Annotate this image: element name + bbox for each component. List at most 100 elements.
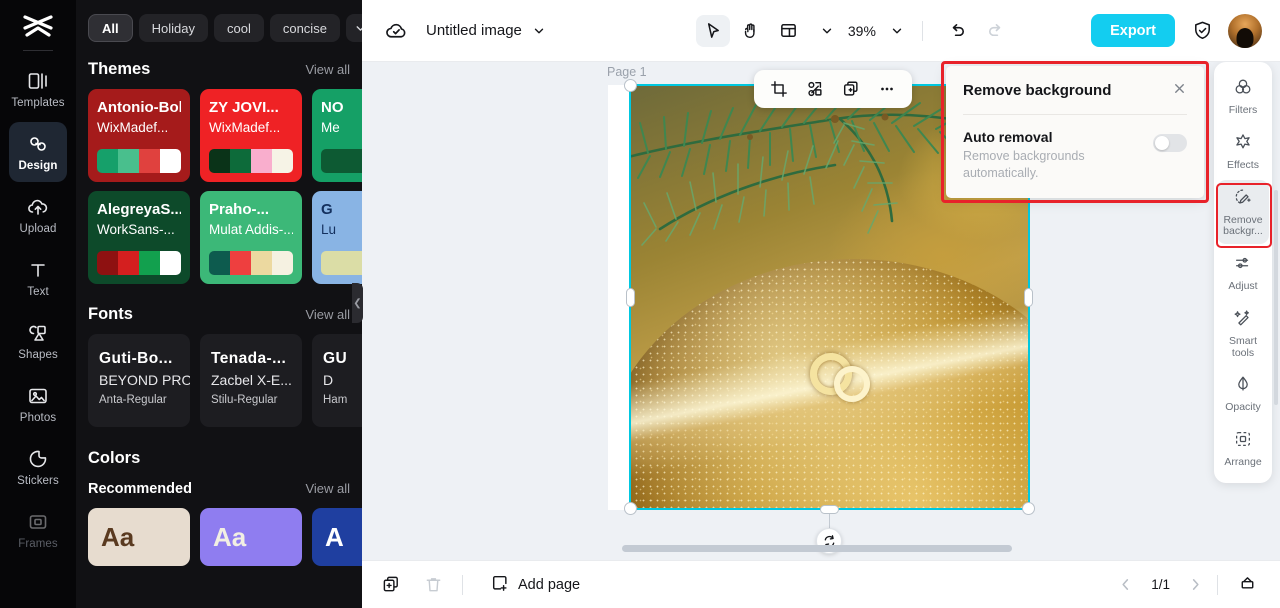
sidebar-item-upload[interactable]: Upload [9, 185, 67, 245]
font-card-line: Anta-Regular [99, 394, 167, 406]
fonts-view-all[interactable]: View all [305, 307, 350, 322]
zoom-level[interactable]: 39% [848, 23, 876, 39]
layout-grid-icon[interactable] [772, 15, 806, 47]
color-card-label: Aa [213, 521, 247, 552]
colors-row: Aa Aa A [76, 497, 362, 566]
colors-view-all[interactable]: View all [305, 481, 350, 496]
tool-adjust[interactable]: Adjust [1217, 246, 1269, 299]
undo-arrow-icon[interactable] [941, 15, 975, 47]
tool-arrange[interactable]: Arrange [1217, 422, 1269, 475]
text-icon [26, 258, 50, 282]
duplicate-icon[interactable] [836, 74, 866, 104]
chevron-down-icon[interactable] [890, 24, 904, 38]
resize-handle-top-left[interactable] [624, 79, 637, 92]
bottom-divider-2 [1217, 574, 1218, 595]
chip-concise[interactable]: concise [269, 14, 340, 42]
cursor-select-icon[interactable] [695, 14, 730, 47]
theme-swatches [321, 251, 362, 275]
next-page-button[interactable] [1188, 577, 1203, 592]
close-icon[interactable] [1172, 81, 1187, 100]
resize-handle-bottom-right[interactable] [1022, 502, 1035, 515]
arrange-icon [1233, 429, 1253, 454]
theme-swatches [209, 149, 293, 173]
duplicate-page-icon[interactable] [376, 570, 406, 600]
sidebar-item-label: Stickers [17, 475, 59, 487]
right-tools-scrollbar[interactable] [1274, 190, 1278, 405]
color-card[interactable]: Aa [200, 508, 302, 566]
document-title[interactable]: Untitled image [426, 22, 522, 39]
sidebar-item-design[interactable]: Design [9, 122, 67, 182]
themes-row-2: AlegreyaS... WorkSans-... Praho-... Mulat A… [76, 182, 362, 284]
more-options-icon[interactable] [872, 74, 902, 104]
swatch [272, 149, 293, 173]
crop-icon[interactable] [764, 74, 794, 104]
sidebar-item-templates[interactable]: Templates [9, 59, 67, 119]
export-button[interactable]: Export [1091, 14, 1175, 47]
trash-icon[interactable] [418, 570, 448, 600]
tool-remove-background[interactable]: Remove backgr... [1217, 179, 1269, 244]
swatch [230, 149, 251, 173]
add-page-icon [491, 574, 509, 596]
font-card[interactable]: GU D Ham [312, 334, 362, 427]
theme-card[interactable]: AlegreyaS... WorkSans-... [88, 191, 190, 284]
theme-card[interactable]: Antonio-Bold WixMadef... [88, 89, 190, 182]
chevron-down-icon[interactable] [345, 14, 362, 42]
sidebar-item-shapes[interactable]: Shapes [9, 311, 67, 371]
font-card[interactable]: Tenada-... Zacbel X-E... Stilu-Regular [200, 334, 302, 427]
auto-removal-row: Auto removal Remove backgrounds automati… [963, 129, 1108, 182]
panel-collapse-toggle[interactable]: ❮ [352, 283, 363, 323]
color-card[interactable]: Aa [88, 508, 190, 566]
avatar[interactable] [1228, 13, 1262, 48]
swatch [160, 251, 181, 275]
font-card[interactable]: Guti-Bo... BEYOND PRO... Anta-Regular [88, 334, 190, 427]
image-tools-panel: Filters Effects Remove backgr... Adjust [1214, 62, 1272, 483]
tool-label: Opacity [1225, 401, 1261, 414]
sidebar-item-text[interactable]: Text [9, 248, 67, 308]
pages-panel-icon[interactable] [1232, 570, 1262, 600]
tool-effects[interactable]: Effects [1217, 125, 1269, 178]
cutout-icon[interactable] [800, 74, 830, 104]
sidebar-item-frames[interactable]: Frames [9, 500, 67, 560]
auto-removal-title: Auto removal [963, 129, 1053, 145]
resize-handle-bottom-left[interactable] [624, 502, 637, 515]
sidebar-item-photos[interactable]: Photos [9, 374, 67, 434]
resize-handle-bottom[interactable] [820, 505, 839, 514]
auto-removal-toggle[interactable] [1153, 134, 1187, 152]
popup-title: Remove background [963, 82, 1112, 99]
theme-card[interactable]: NO Me [312, 89, 362, 182]
theme-card-title: Antonio-Bold [97, 100, 181, 116]
opacity-icon [1233, 374, 1253, 399]
adjust-sliders-icon [1233, 253, 1253, 278]
chip-holiday[interactable]: Holiday [138, 14, 208, 42]
chevron-down-icon[interactable] [532, 24, 546, 38]
shield-check-icon[interactable] [1191, 19, 1214, 42]
chevron-down-icon[interactable] [820, 24, 834, 38]
tool-opacity[interactable]: Opacity [1217, 367, 1269, 420]
resize-handle-right[interactable] [1024, 288, 1033, 307]
resize-handle-left[interactable] [626, 288, 635, 307]
tool-label: Effects [1227, 158, 1259, 171]
capcut-logo-icon[interactable] [18, 10, 58, 44]
theme-card[interactable]: ZY JOVI... WixMadef... [200, 89, 302, 182]
theme-card[interactable]: Praho-... Mulat Addis-... [200, 191, 302, 284]
theme-card-subtitle: WixMadef... [209, 119, 281, 135]
redo-arrow-icon[interactable] [979, 15, 1013, 47]
swatch [342, 251, 362, 275]
prev-page-button[interactable] [1118, 577, 1133, 592]
chip-cool[interactable]: cool [213, 14, 264, 42]
themes-row-1: Antonio-Bold WixMadef... ZY JOVI... WixMade… [76, 79, 362, 182]
tool-filters[interactable]: Filters [1217, 70, 1269, 123]
add-page-button[interactable]: Add page [491, 574, 580, 596]
themes-view-all[interactable]: View all [305, 62, 350, 77]
font-card-line: Stilu-Regular [211, 394, 278, 406]
chip-all[interactable]: All [88, 14, 133, 42]
cloud-saved-icon[interactable] [384, 18, 409, 43]
hand-pan-icon[interactable] [734, 15, 768, 47]
theme-card[interactable]: G Lu [312, 191, 362, 284]
canvas-horizontal-scrollbar[interactable] [622, 545, 1012, 552]
tool-smart-tools[interactable]: Smart tools [1217, 301, 1269, 366]
sidebar-item-stickers[interactable]: Stickers [9, 437, 67, 497]
color-card[interactable]: A [312, 508, 362, 566]
fonts-header: Fonts View all [76, 305, 362, 324]
sidebar-item-label: Photos [19, 412, 57, 424]
